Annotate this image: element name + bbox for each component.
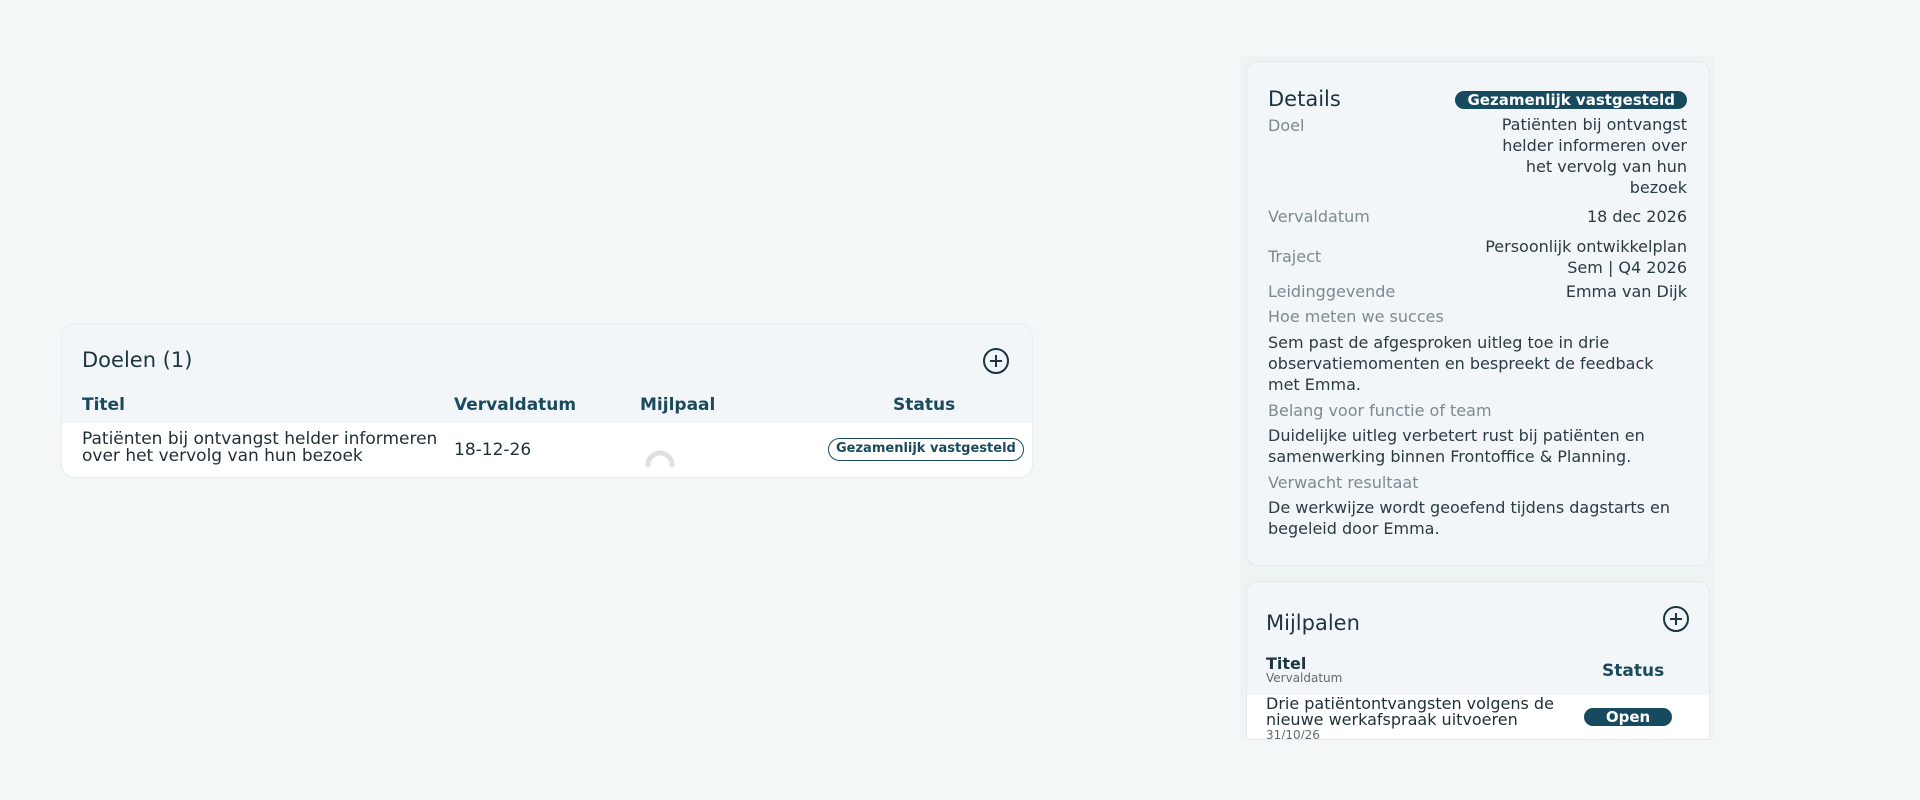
add-milestone-icon[interactable] [1662,605,1690,633]
goal-value: Patiënten bij ontvangst helder informere… [1501,115,1687,197]
track-label: Traject [1268,247,1322,266]
goals-title: Doelen (1) [82,348,193,372]
goal-title: Patiënten bij ontvangst helder informere… [82,429,438,466]
importance-text: Duidelijke uitleg verbetert rust bij pat… [1268,426,1645,466]
success-label: Hoe meten we succes [1268,307,1444,326]
list-item[interactable]: Drie patiëntontvangsten volgens de nieuw… [1247,694,1709,740]
table-row[interactable]: Patiënten bij ontvangst helder informere… [62,423,1032,477]
loading-spinner-icon [645,450,675,468]
milestone-status-badge: Open [1584,708,1672,726]
goals-table-header: Titel Vervaldatum Mijlpaal Status [62,395,1032,417]
importance-label: Belang voor functie of team [1268,401,1492,420]
goal-status-badge: Gezamenlijk vastgesteld [828,438,1024,461]
track-value-line1: Persoonlijk ontwikkelplan [1485,237,1687,256]
milestones-title: Mijlpalen [1266,611,1360,635]
due-date-value: 18 dec 2026 [1586,207,1687,226]
milestone-due: 31/10/26 [1266,728,1320,740]
column-milestone[interactable]: Mijlpaal [640,395,715,415]
details-card: Details Gezamenlijk vastgesteld Doel Pat… [1246,61,1710,566]
manager-value: Emma van Dijk [1565,282,1687,301]
milestones-card: Mijlpalen Titel Vervaldatum Status Drie … [1246,581,1710,740]
column-status[interactable]: Status [893,395,955,415]
goal-due-date: 18-12-26 [454,440,532,460]
track-value: Persoonlijk ontwikkelplan Sem | Q4 2026 [1485,236,1687,278]
goals-panel: Doelen (1) Titel Vervaldatum Mijlpaal St… [61,323,1033,478]
milestone-title: Drie patiëntontvangsten volgens de nieuw… [1266,694,1554,729]
add-goal-icon[interactable] [982,347,1010,375]
milestone-column-status[interactable]: Status [1602,661,1664,681]
column-due-date[interactable]: Vervaldatum [454,395,576,415]
goal-label: Doel [1268,116,1305,135]
success-text: Sem past de afgesproken uitleg toe in dr… [1268,333,1654,394]
track-value-line2: Sem | Q4 2026 [1567,258,1687,277]
result-label: Verwacht resultaat [1268,473,1419,492]
details-status-badge: Gezamenlijk vastgesteld [1455,91,1687,109]
details-title: Details [1268,87,1341,111]
detail-sidebar: Details Gezamenlijk vastgesteld Doel Pat… [1240,56,1714,740]
due-date-label: Vervaldatum [1268,207,1370,226]
manager-label: Leidinggevende [1268,282,1396,301]
result-text: De werkwijze wordt geoefend tijdens dags… [1268,498,1671,538]
milestone-column-due[interactable]: Vervaldatum [1266,671,1342,685]
column-title[interactable]: Titel [82,395,125,415]
